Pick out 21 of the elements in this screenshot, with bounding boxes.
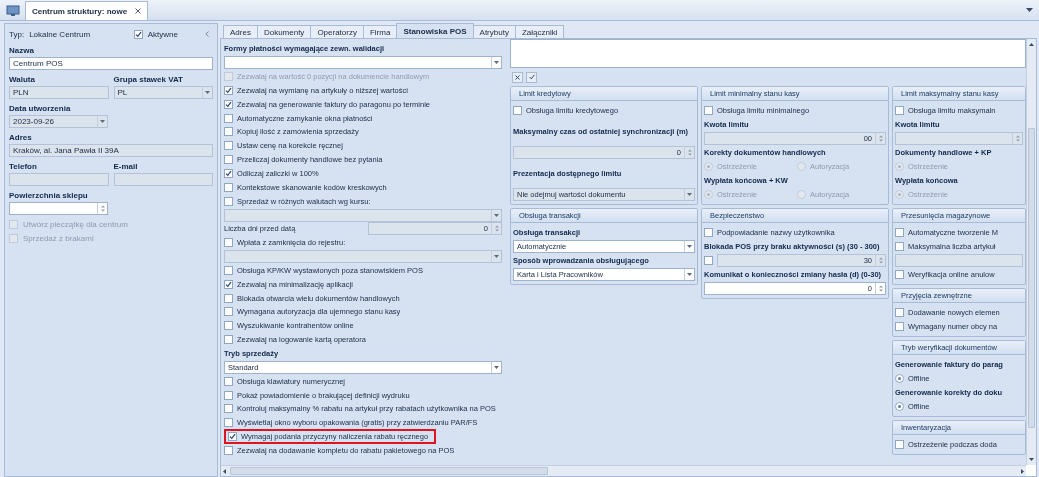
field-label: Telefon: [9, 161, 38, 173]
tab[interactable]: Adres: [223, 25, 258, 38]
tab[interactable]: Atrybuty: [472, 25, 516, 38]
checkbox-label: Utwórz pieczątkę dla centrum: [23, 219, 128, 229]
type-value: Lokalne Centrum: [29, 29, 91, 39]
tab[interactable]: Stanowiska POS: [396, 23, 474, 38]
document-tab[interactable]: Centrum struktury: nowe: [25, 1, 149, 20]
checkbox-label: Aktywne: [147, 29, 178, 39]
tab[interactable]: Załączniki: [514, 25, 565, 38]
field-label: Nazwa: [9, 45, 35, 57]
field-label: Adres: [9, 132, 33, 144]
field-label: Waluta: [9, 74, 36, 86]
tab[interactable]: Dokumenty: [256, 25, 312, 38]
type-label: Typ:: [9, 29, 25, 39]
text-field[interactable]: Centrum POS: [9, 57, 213, 70]
field-label: Data utworzenia: [9, 103, 72, 115]
field-label: Grupa stawek VAT: [113, 74, 184, 86]
tab[interactable]: Operatorzy: [310, 25, 364, 38]
field-label: E-mail: [113, 161, 139, 173]
field-label: Powierzchnia sklepu: [9, 190, 89, 202]
checkbox-label: Sprzedaż z brakami: [23, 233, 94, 243]
